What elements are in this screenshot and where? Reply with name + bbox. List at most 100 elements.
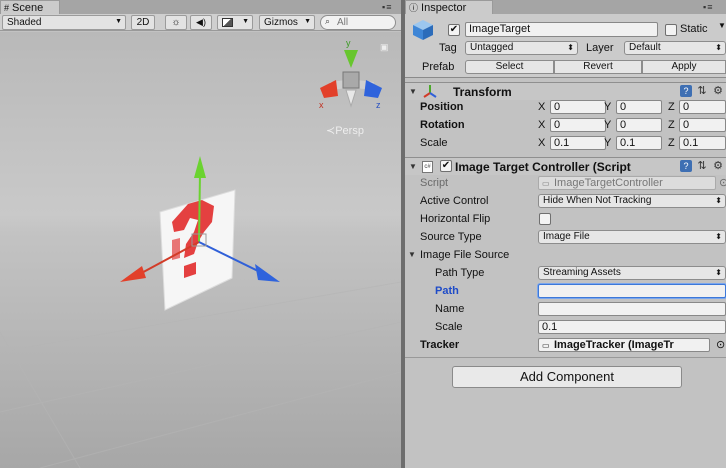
preset-sliders-icon[interactable]: ⇅ (696, 160, 708, 172)
name-field[interactable] (538, 302, 726, 316)
orientation-gizmo[interactable]: y x z ▣ (316, 38, 389, 114)
chevron-down-icon[interactable]: ▼ (718, 21, 726, 30)
prefab-label: Prefab (422, 61, 455, 73)
effects-dropdown[interactable]: ▼ (217, 15, 253, 30)
chevron-down-icon: ▼ (242, 18, 249, 25)
shading-mode-label: Shaded (7, 17, 42, 28)
object-picker-icon[interactable]: ⊙ (716, 338, 725, 351)
object-active-checkbox[interactable]: ✔ (448, 24, 460, 36)
gear-icon[interactable]: ⚙ (712, 160, 724, 172)
transform-axes-icon (423, 84, 437, 98)
object-name-field[interactable]: ImageTarget (465, 22, 658, 37)
foldout-open-icon[interactable]: ▼ (409, 162, 417, 171)
static-checkbox[interactable] (665, 24, 677, 36)
scene-tab-icon: # (4, 2, 10, 13)
rotation-x-field[interactable]: 0 (550, 118, 606, 132)
scene-tab-menu-icon[interactable]: ▪≡ (382, 2, 392, 12)
scene-tab-label: Scene (12, 1, 44, 14)
tab-scene[interactable]: # Scene (0, 0, 60, 14)
scale-y-field[interactable]: 0.1 (616, 136, 662, 150)
chevron-updown-icon: ⬍ (715, 196, 722, 205)
position-x-field[interactable]: 0 (550, 100, 606, 114)
chevron-updown-icon: ⬍ (715, 232, 722, 241)
prefab-apply-button[interactable]: Apply (642, 60, 726, 74)
path-field[interactable] (538, 284, 726, 298)
object-picker-icon[interactable]: ⊙ (719, 176, 726, 189)
inspector-tab-menu-icon[interactable]: ▪≡ (703, 2, 713, 12)
scale-x-field[interactable]: 0.1 (550, 136, 606, 150)
gizmos-label: Gizmos (264, 17, 298, 28)
svg-text:z: z (376, 100, 381, 110)
transform-header[interactable]: ▼ Transform ? ⇅ ⚙ (405, 82, 726, 100)
rotation-y-field[interactable]: 0 (616, 118, 662, 132)
controller-header-icons: ? ⇅ ⚙ (680, 160, 724, 172)
position-y-axis-label: Y (604, 101, 612, 113)
lighting-toggle-button[interactable]: ☼ (165, 15, 187, 30)
horizontal-flip-checkbox[interactable] (539, 213, 551, 225)
rotation-y-axis-label: Y (604, 119, 612, 131)
script-file-icon: ▭ (542, 179, 550, 188)
controller-header[interactable]: ▼ c# ✔ Image Target Controller (Script ?… (405, 157, 726, 175)
script-label: Script (420, 177, 449, 189)
active-control-dropdown[interactable]: Hide When Not Tracking ⬍ (538, 194, 726, 208)
foldout-open-icon[interactable]: ▼ (409, 87, 417, 96)
layer-dropdown[interactable]: Default ⬍ (624, 41, 726, 55)
path-type-label: Path Type (435, 267, 485, 279)
scale-x-axis-label: X (538, 137, 546, 149)
source-scale-label: Scale (435, 321, 463, 333)
z-axis-handle[interactable] (255, 264, 280, 282)
scale-label: Scale (420, 137, 448, 149)
help-book-icon[interactable]: ? (680, 85, 692, 97)
gameobject-cube-icon (412, 19, 434, 41)
persp-arrow-icon: ≺ (326, 125, 336, 137)
help-book-icon[interactable]: ? (680, 160, 692, 172)
image-target-quad[interactable] (159, 189, 236, 311)
gear-icon[interactable]: ⚙ (712, 85, 724, 97)
x-axis-handle[interactable] (120, 266, 146, 282)
inspector-panel: ⓘ Inspector ▪≡ ✔ ImageTarget Static ▼ Ta… (405, 0, 726, 468)
y-axis-handle[interactable] (194, 156, 206, 178)
toggle-2d-label: 2D (136, 17, 150, 28)
source-scale-field[interactable]: 0.1 (538, 320, 726, 334)
gizmos-dropdown[interactable]: Gizmos ▼ (259, 15, 315, 30)
scene-toolbar: Shaded ▼ 2D ☼ ◀) ▼ Gizmos ▼ ⌕ All (0, 14, 401, 31)
rotation-x-axis-label: X (538, 119, 546, 131)
active-control-value: Hide When Not Tracking (543, 195, 652, 206)
controller-enabled-checkbox[interactable]: ✔ (440, 160, 452, 172)
position-y-field[interactable]: 0 (616, 100, 662, 114)
rotation-label: Rotation (420, 119, 465, 131)
image-file-source-label[interactable]: Image File Source (420, 249, 509, 261)
position-z-field[interactable]: 0 (679, 100, 726, 114)
tag-label: Tag (439, 42, 457, 54)
layer-label: Layer (586, 42, 614, 54)
tab-inspector[interactable]: ⓘ Inspector (405, 0, 493, 14)
prefab-select-button[interactable]: Select (465, 60, 554, 74)
static-label: Static (680, 23, 708, 35)
tracker-value: ImageTracker (ImageTr (554, 339, 674, 351)
chevron-down-icon: ▼ (115, 18, 122, 25)
scale-z-field[interactable]: 0.1 (679, 136, 726, 150)
tracker-label: Tracker (420, 339, 460, 351)
search-placeholder: All (337, 17, 349, 28)
tag-dropdown[interactable]: Untagged ⬍ (465, 41, 578, 55)
lock-icon[interactable]: ▣ (380, 42, 389, 53)
toggle-2d-button[interactable]: 2D (131, 15, 155, 30)
position-z-axis-label: Z (668, 101, 675, 113)
source-type-dropdown[interactable]: Image File ⬍ (538, 230, 726, 244)
add-component-button[interactable]: Add Component (452, 366, 682, 388)
speaker-icon: ◀) (196, 17, 206, 27)
scene-viewport[interactable]: y x z ▣ ≺Persp (0, 32, 401, 468)
script-value: ImageTargetController (554, 177, 663, 189)
foldout-open-icon[interactable]: ▼ (408, 250, 416, 259)
path-type-dropdown[interactable]: Streaming Assets ⬍ (538, 266, 726, 280)
scene-search-field[interactable]: ⌕ All (320, 15, 396, 30)
audio-toggle-button[interactable]: ◀) (190, 15, 212, 30)
preset-sliders-icon[interactable]: ⇅ (696, 85, 708, 97)
chevron-updown-icon: ⬍ (715, 268, 722, 277)
prefab-revert-button[interactable]: Revert (554, 60, 642, 74)
chevron-updown-icon: ⬍ (567, 43, 574, 52)
rotation-z-field[interactable]: 0 (679, 118, 726, 132)
persp-label[interactable]: ≺Persp (326, 124, 364, 137)
tracker-field[interactable]: ▭ ImageTracker (ImageTr (538, 338, 710, 352)
shading-mode-dropdown[interactable]: Shaded ▼ (2, 15, 126, 30)
